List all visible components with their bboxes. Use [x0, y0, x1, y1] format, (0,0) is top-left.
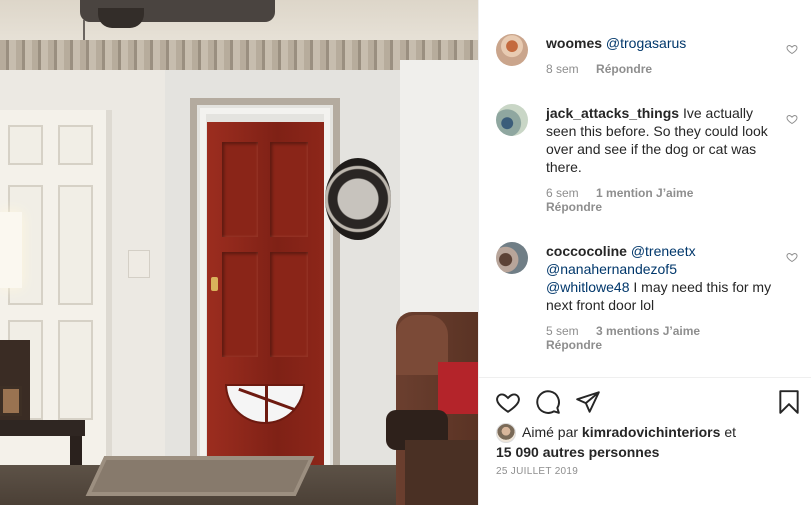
liked-by-others[interactable]: 15 090 autres personnes — [496, 444, 659, 460]
comment-username[interactable]: jack_attacks_things — [546, 105, 679, 121]
wall-right — [400, 60, 478, 350]
comment-meta: 6 sem 1 mention J’aime Répondre — [546, 186, 772, 214]
comment-body: woomes @trogasarus 8 sem Répondre — [546, 34, 772, 76]
comment-body: coccocoline @treneetx @nanahernandezof5 … — [546, 242, 772, 352]
door-knob — [211, 277, 218, 291]
like-comment-heart-icon[interactable] — [786, 251, 798, 263]
red-door — [207, 122, 324, 480]
ceiling-fan-hub — [98, 8, 144, 28]
liked-by-avatar[interactable] — [496, 423, 516, 444]
avatar[interactable] — [496, 104, 528, 136]
post-date[interactable]: 25 JUILLET 2019 — [496, 466, 578, 477]
comment-likes[interactable]: 3 mentions J’aime — [596, 324, 700, 338]
comment-username[interactable]: woomes — [546, 35, 602, 51]
reply-button[interactable]: Répondre — [546, 200, 772, 214]
like-comment-heart-icon[interactable] — [786, 43, 798, 55]
reply-button[interactable]: Répondre — [596, 62, 652, 76]
liked-by-user[interactable]: kimradovichinteriors — [582, 424, 721, 440]
pet-window — [225, 384, 305, 424]
comment-mention[interactable]: @nanahernandezof5 — [546, 261, 677, 277]
liked-by-and: et — [724, 424, 736, 440]
door-panel — [270, 252, 308, 357]
comment-username[interactable]: coccocoline — [546, 243, 627, 259]
door-panel — [270, 142, 308, 237]
comment-mention[interactable]: @whitlowe48 — [546, 279, 629, 295]
share-icon[interactable] — [575, 389, 601, 415]
door-panel — [58, 185, 93, 305]
comments-list[interactable]: woomes @trogasarus 8 sem Répondre jack_a… — [479, 0, 811, 377]
comment-meta: 5 sem 3 mentions J’aime Répondre — [546, 324, 772, 352]
comment-time[interactable]: 6 sem — [546, 186, 579, 200]
avatar[interactable] — [496, 34, 528, 66]
like-comment-heart-icon[interactable] — [786, 113, 798, 125]
door-panel — [8, 125, 43, 165]
comment-time[interactable]: 5 sem — [546, 324, 579, 338]
door-panel — [222, 252, 258, 357]
divider — [479, 377, 811, 378]
comment-mention[interactable]: @treneetx — [631, 243, 696, 259]
bookmark-icon[interactable] — [776, 389, 802, 415]
floor-shadow — [405, 440, 478, 505]
door-panel — [58, 125, 93, 165]
light-switch — [128, 250, 150, 278]
comment-meta: 8 sem Répondre — [546, 62, 772, 76]
lamp-shade — [0, 212, 22, 288]
wall-clock — [325, 158, 391, 240]
table-top — [0, 420, 85, 436]
comment-likes[interactable]: 1 mention J’aime — [596, 186, 693, 200]
comment-body: jack_attacks_things Ive actually seen th… — [546, 104, 772, 214]
comment-icon[interactable] — [535, 389, 561, 415]
action-bar — [495, 389, 799, 415]
comment-panel: woomes @trogasarus 8 sem Répondre jack_a… — [478, 0, 811, 505]
heart-icon[interactable] — [495, 389, 521, 415]
avatar[interactable] — [496, 242, 528, 274]
door-panel — [58, 320, 93, 420]
door-panel — [222, 142, 258, 237]
comment-mention[interactable]: @trogasarus — [606, 35, 686, 51]
rug — [85, 456, 315, 496]
reply-button[interactable]: Répondre — [546, 338, 772, 352]
red-cushion — [438, 362, 478, 414]
liked-by-prefix: Aimé par — [522, 424, 579, 440]
liked-by: Aimé par kimradovichinteriors et 15 090 … — [496, 423, 796, 461]
post-photo[interactable] — [0, 0, 478, 505]
comment-time[interactable]: 8 sem — [546, 62, 579, 76]
